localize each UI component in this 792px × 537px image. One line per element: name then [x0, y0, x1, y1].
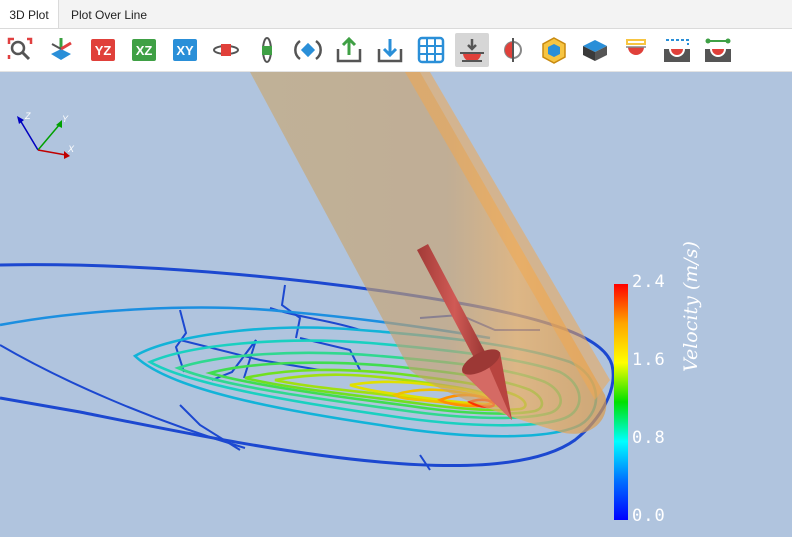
tab-plot-over-line[interactable]: Plot Over Line — [60, 0, 158, 28]
axis-z-label: Z — [24, 111, 31, 121]
view-toolbar: YZ XZ XY — [0, 29, 792, 72]
cutaway-icon — [626, 39, 646, 55]
3d-viewport[interactable]: Z Y X 2.4 1.6 0.8 0.0 Velocity (m/s) — [0, 72, 792, 537]
export-icon — [336, 36, 362, 63]
isometric-view-button[interactable] — [44, 33, 78, 67]
tab-3d-plot[interactable]: 3D Plot — [0, 0, 59, 28]
view-xz-label: XZ — [136, 43, 153, 58]
clip-plane-icon — [460, 39, 484, 62]
colorbar-tick-min: 0.0 — [632, 506, 666, 526]
grid-icon — [417, 36, 445, 64]
axis-x-label: X — [67, 144, 75, 154]
colorbar-tick-mid: 0.8 — [632, 428, 666, 448]
rotate-z-button[interactable] — [291, 33, 325, 67]
view-xz-icon: XZ — [132, 39, 156, 61]
solid-view-button[interactable] — [578, 33, 612, 67]
rotate-y-icon — [262, 37, 272, 63]
velocity-colorbar — [614, 284, 628, 520]
view-xy-button[interactable]: XY — [168, 33, 202, 67]
view-yz-label: YZ — [95, 43, 112, 58]
isometric-view-icon — [51, 38, 72, 60]
box-view-button[interactable] — [537, 33, 571, 67]
view-xz-button[interactable]: XZ — [127, 33, 161, 67]
rotate-y-button[interactable] — [250, 33, 284, 67]
rotate-x-icon — [213, 44, 239, 56]
colorbar-tick-high: 1.6 — [632, 350, 666, 370]
box-view-icon — [542, 37, 566, 64]
zoom-extents-icon — [7, 37, 33, 61]
colorbar-tick-max: 2.4 — [632, 272, 666, 292]
axes-triad: Z Y X — [17, 111, 75, 159]
rotate-x-button[interactable] — [209, 33, 243, 67]
probe-line-icon — [705, 38, 731, 62]
solid-view-icon — [583, 40, 607, 61]
colorbar-title: Velocity (m/s) — [680, 241, 702, 372]
view-xy-icon: XY — [173, 39, 197, 61]
section-view-button[interactable] — [660, 33, 694, 67]
cutaway-button[interactable] — [619, 33, 653, 67]
slice-icon — [504, 38, 522, 62]
velocity-scene: Z Y X — [0, 72, 628, 520]
view-yz-button[interactable]: YZ — [86, 33, 120, 67]
clip-plane-button[interactable] — [455, 33, 489, 67]
rotate-z-icon — [294, 39, 322, 61]
zoom-extents-button[interactable] — [3, 33, 37, 67]
view-xy-label: XY — [176, 43, 194, 58]
tab-bar: 3D Plot Plot Over Line — [0, 0, 792, 29]
probe-line-button[interactable] — [701, 33, 735, 67]
axis-y-label: Y — [62, 114, 69, 124]
section-view-icon — [664, 39, 690, 62]
slice-button[interactable] — [496, 33, 530, 67]
view-yz-icon: YZ — [91, 39, 115, 61]
export-button[interactable] — [332, 33, 366, 67]
import-button[interactable] — [373, 33, 407, 67]
import-icon — [377, 39, 403, 63]
grid-button[interactable] — [414, 33, 448, 67]
